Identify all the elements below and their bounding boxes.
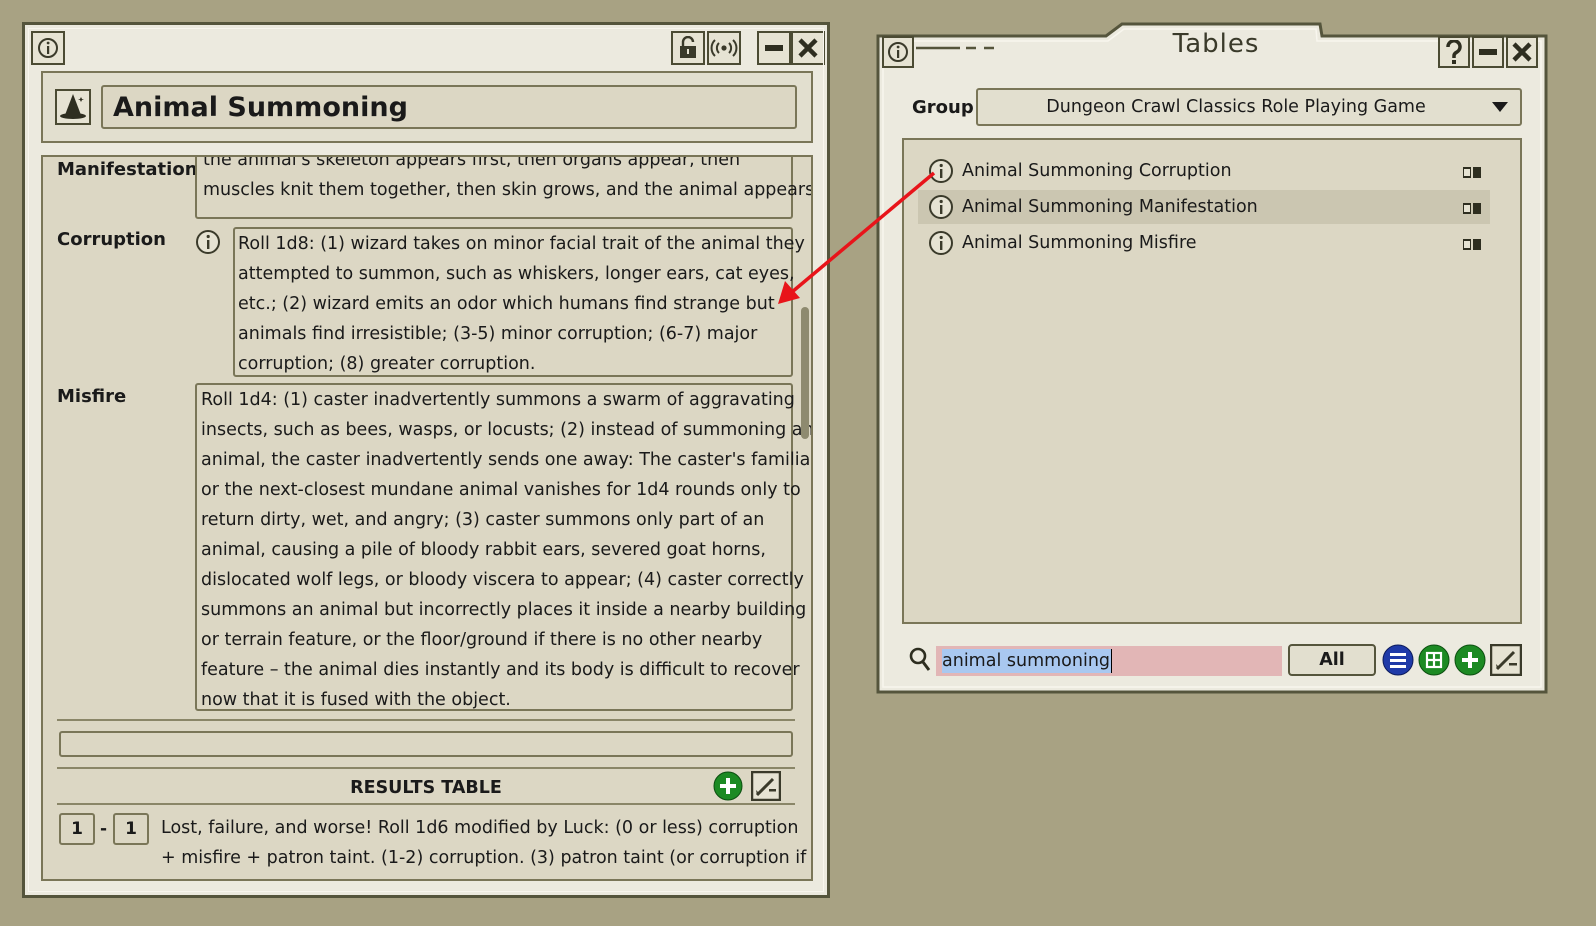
chevron-down-icon [1492, 102, 1508, 112]
misfire-label: Misfire [57, 386, 127, 407]
list-item[interactable]: Animal Summoning Misfire [918, 226, 1490, 260]
add-icon[interactable] [1454, 644, 1486, 676]
minimize-icon [765, 45, 783, 51]
content-panel: Manifestation the animal's skeleton appe… [41, 155, 813, 881]
info-button[interactable] [31, 31, 65, 65]
range-separator: - [100, 819, 108, 839]
close-icon [1512, 42, 1532, 62]
group-dropdown-value: Dungeon Crawl Classics Role Playing Game [1046, 97, 1426, 117]
filter-all-button[interactable]: All [1288, 644, 1376, 676]
wizard-hat-icon [55, 89, 91, 125]
lock-button[interactable] [671, 31, 705, 65]
page-title: Animal Summoning [113, 92, 408, 123]
info-button[interactable] [882, 36, 914, 68]
close-button[interactable] [791, 31, 825, 65]
edit-icon[interactable] [751, 771, 781, 801]
title-field[interactable]: Animal Summoning [101, 85, 797, 129]
range-to-field[interactable]: 1 [113, 813, 149, 845]
manifestation-field[interactable]: the animal's skeleton appears first, the… [195, 157, 811, 219]
share-button[interactable] [707, 31, 741, 65]
animal-summoning-window: Animal Summoning Manifestation the anima… [22, 22, 830, 898]
results-table-header: RESULTS TABLE [350, 778, 502, 798]
info-icon [38, 38, 58, 58]
tables-window: Tables Group Dungeon Crawl Classics Role… [876, 18, 1548, 694]
list-item[interactable]: Animal Summoning Manifestation [918, 190, 1490, 224]
help-button[interactable] [1438, 36, 1470, 68]
corruption-label: Corruption [57, 229, 166, 250]
info-icon[interactable] [195, 229, 221, 255]
help-icon [1446, 40, 1462, 64]
header-bar: Animal Summoning [41, 71, 813, 143]
add-icon[interactable] [713, 771, 743, 801]
book-icon[interactable] [1462, 237, 1482, 251]
corruption-field[interactable]: Roll 1d8: (1) wizard takes on minor faci… [233, 227, 805, 377]
edit-icon[interactable] [1490, 644, 1522, 676]
group-label: Group [912, 97, 974, 118]
search-input-value: animal summoning [942, 649, 1113, 673]
info-icon [888, 42, 908, 62]
list-view-icon[interactable] [1382, 644, 1414, 676]
grid-view-icon[interactable] [1418, 644, 1450, 676]
info-icon[interactable] [928, 230, 954, 256]
info-icon[interactable] [928, 158, 954, 184]
info-icon[interactable] [928, 194, 954, 220]
list-item-label: Animal Summoning Corruption [962, 161, 1232, 181]
broadcast-icon [710, 39, 738, 57]
minimize-icon [1479, 49, 1497, 55]
range-from-field[interactable]: 1 [59, 813, 95, 845]
close-icon [798, 38, 818, 58]
minimize-button[interactable] [757, 31, 791, 65]
divider [57, 767, 795, 769]
table-list: Animal Summoning Corruption Animal Summo… [902, 138, 1522, 624]
list-item-label: Animal Summoning Manifestation [962, 197, 1258, 217]
window-title: Tables [1172, 29, 1260, 59]
book-icon[interactable] [1462, 201, 1482, 215]
result-text[interactable]: Lost, failure, and worse! Roll 1d6 modif… [161, 813, 806, 873]
minimize-button[interactable] [1472, 36, 1504, 68]
list-item-label: Animal Summoning Misfire [962, 233, 1197, 253]
misfire-field[interactable]: Roll 1d4: (1) caster inadvertently summo… [195, 383, 811, 711]
list-item[interactable]: Animal Summoning Corruption [918, 154, 1490, 188]
unlocked-padlock-icon [680, 36, 696, 58]
manifestation-label: Manifestation [57, 159, 198, 180]
divider [57, 719, 795, 721]
search-icon [909, 647, 931, 671]
search-input[interactable]: animal summoning [936, 646, 1282, 676]
dice-field[interactable] [59, 731, 793, 757]
scrollbar[interactable] [801, 307, 809, 439]
group-dropdown[interactable]: Dungeon Crawl Classics Role Playing Game [976, 88, 1522, 126]
close-button[interactable] [1506, 36, 1538, 68]
book-icon[interactable] [1462, 165, 1482, 179]
divider [57, 803, 795, 805]
